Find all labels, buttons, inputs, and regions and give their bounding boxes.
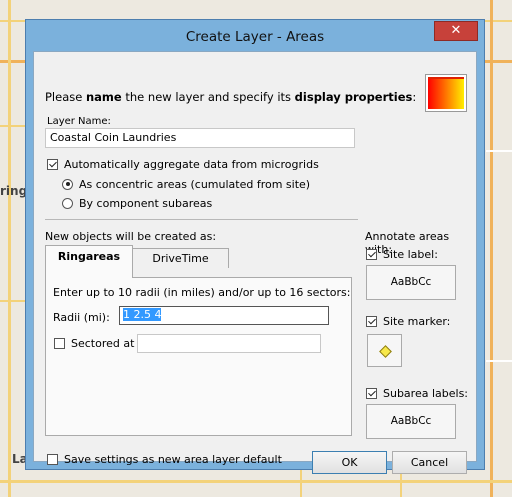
radii-selected-text: 1 2.5 4 [123, 308, 162, 321]
sectored-checkbox[interactable] [54, 337, 65, 349]
site-label-row[interactable]: Site label: [366, 247, 438, 261]
site-marker-preview-button[interactable] [367, 334, 402, 367]
sectored-input[interactable] [137, 334, 321, 353]
diamond-marker-icon [378, 344, 392, 358]
radio-component-label: By component subareas [79, 196, 213, 210]
site-label-preview-button[interactable]: AaBbCc [366, 265, 456, 300]
radio-concentric-row[interactable]: As concentric areas (cumulated from site… [62, 177, 310, 191]
tab-ringareas[interactable]: Ringareas [45, 245, 133, 278]
subarea-labels-preview-button[interactable]: AaBbCc [366, 404, 456, 439]
radio-component[interactable] [62, 197, 73, 209]
aggregate-checkbox[interactable] [47, 158, 58, 170]
intro-text: Please name the new layer and specify it… [45, 90, 417, 104]
radio-concentric[interactable] [62, 178, 73, 190]
subarea-labels-checkbox[interactable] [366, 387, 377, 399]
save-default-checkbox[interactable] [47, 453, 58, 465]
dialog-body: Please name the new layer and specify it… [33, 51, 477, 474]
window-title: Create Layer - Areas [185, 29, 325, 45]
create-as-label: New objects will be created as: [45, 230, 217, 243]
radio-concentric-label: As concentric areas (cumulated from site… [79, 177, 311, 191]
subarea-labels-row[interactable]: Subarea labels: [366, 386, 468, 400]
divider [45, 219, 358, 220]
save-default-row[interactable]: Save settings as new area layer default [47, 452, 282, 466]
radio-component-row[interactable]: By component subareas [62, 196, 212, 210]
radii-input[interactable]: 1 2.5 4 [119, 306, 329, 325]
site-marker-checkbox[interactable] [366, 315, 377, 327]
ok-button[interactable]: OK [312, 451, 387, 474]
site-marker-row[interactable]: Site marker: [366, 314, 450, 328]
layer-name-input[interactable]: Coastal Coin Laundries [45, 128, 355, 148]
save-default-label: Save settings as new area layer default [64, 452, 282, 466]
site-label-text: Site label: [383, 247, 438, 261]
ringareas-panel: Enter up to 10 radii (in miles) and/or u… [45, 277, 352, 436]
color-swatch-button[interactable] [425, 74, 467, 112]
gradient-swatch [428, 77, 464, 109]
aggregate-label: Automatically aggregate data from microg… [64, 157, 319, 171]
site-label-checkbox[interactable] [366, 248, 377, 260]
instructions-text: Enter up to 10 radii (in miles) and/or u… [53, 286, 351, 299]
tab-drivetime[interactable]: DriveTime [132, 248, 229, 268]
cancel-button[interactable]: Cancel [392, 451, 467, 474]
title-bar[interactable]: Create Layer - Areas ✕ [26, 20, 484, 51]
site-marker-text: Site marker: [383, 314, 451, 328]
sectored-label: Sectored at [71, 336, 135, 350]
radii-label: Radii (mi): [53, 311, 110, 324]
close-button[interactable]: ✕ [434, 21, 478, 41]
aggregate-checkbox-row[interactable]: Automatically aggregate data from microg… [47, 157, 319, 171]
subarea-labels-text: Subarea labels: [383, 386, 469, 400]
sectored-row[interactable]: Sectored at [54, 336, 134, 350]
create-layer-dialog: Create Layer - Areas ✕ Please name the n… [25, 19, 485, 474]
layer-name-label: Layer Name: [47, 116, 111, 127]
